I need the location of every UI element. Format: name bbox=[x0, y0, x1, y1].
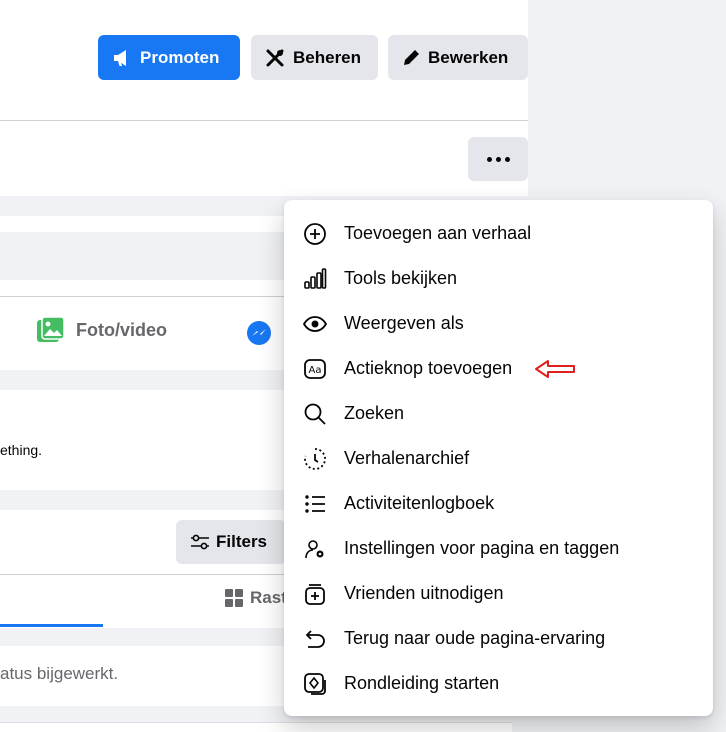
posts-card: Filters Rast bbox=[0, 510, 300, 628]
filters-button[interactable]: Filters bbox=[176, 520, 286, 564]
filters-label: Filters bbox=[216, 532, 268, 551]
menu-item-old-page-experience[interactable]: Terug naar oude pagina-ervaring bbox=[284, 616, 713, 661]
plus-circle-icon bbox=[302, 221, 328, 247]
menu-item-label: Toevoegen aan verhaal bbox=[344, 223, 532, 243]
photo-video-label: Foto/video bbox=[76, 319, 167, 340]
messenger-icon[interactable] bbox=[246, 320, 272, 346]
undo-icon bbox=[302, 626, 328, 652]
annotation-arrow-icon bbox=[534, 358, 578, 380]
manage-button[interactable]: Beheren bbox=[251, 35, 378, 80]
photo-video-button[interactable]: Foto/video bbox=[36, 316, 167, 344]
search-icon bbox=[302, 401, 328, 427]
menu-item-start-tour[interactable]: Rondleiding starten bbox=[284, 661, 713, 706]
tour-icon bbox=[302, 671, 328, 697]
menu-item-label: Activiteitenlogboek bbox=[344, 493, 495, 513]
pencil-icon bbox=[404, 49, 419, 65]
dot-icon bbox=[495, 156, 501, 162]
dot-icon bbox=[486, 156, 492, 162]
menu-item-view-as[interactable]: Weergeven als bbox=[284, 301, 713, 346]
promote-label: Promoten bbox=[140, 47, 220, 67]
divider bbox=[0, 574, 300, 575]
status-card: atus bijgewerkt. bbox=[0, 646, 300, 706]
dot-icon bbox=[504, 156, 510, 162]
page-header: Promoten Beheren Bewerken bbox=[0, 0, 528, 196]
manage-label: Beheren bbox=[293, 47, 362, 67]
grid-icon bbox=[225, 589, 243, 607]
menu-item-label: Weergeven als bbox=[344, 313, 464, 333]
more-options-button[interactable] bbox=[468, 137, 528, 181]
edit-label: Bewerken bbox=[428, 47, 509, 67]
tag-settings-icon bbox=[302, 536, 328, 562]
edit-button[interactable]: Bewerken bbox=[388, 35, 528, 80]
tools-icon bbox=[266, 49, 284, 66]
tab-grid[interactable]: Rast bbox=[224, 588, 287, 608]
archive-clock-icon bbox=[302, 446, 328, 472]
menu-item-label: Actieknop toevoegen bbox=[344, 358, 513, 378]
menu-item-activity-log[interactable]: Activiteitenlogboek bbox=[284, 481, 713, 526]
divider bbox=[0, 296, 300, 297]
menu-item-add-to-story[interactable]: Toevoegen aan verhaal bbox=[284, 211, 713, 256]
menu-item-label: Zoeken bbox=[344, 403, 405, 423]
menu-item-page-tag-settings[interactable]: Instellingen voor pagina en taggen bbox=[284, 526, 713, 571]
post-snippet: ething. bbox=[0, 442, 43, 458]
text-button-icon: Aa bbox=[302, 356, 328, 382]
photo-icon bbox=[37, 316, 65, 342]
menu-item-label: Tools bekijken bbox=[344, 268, 458, 288]
menu-item-story-archive[interactable]: Verhalenarchief bbox=[284, 436, 713, 481]
header-divider bbox=[0, 120, 528, 121]
create-post-card: Foto/video bbox=[0, 216, 300, 370]
create-post-input[interactable] bbox=[0, 232, 300, 280]
menu-item-label: Terug naar oude pagina-ervaring bbox=[344, 628, 606, 648]
bar-chart-icon bbox=[302, 266, 328, 292]
next-card bbox=[0, 722, 512, 732]
active-tab-indicator bbox=[0, 624, 103, 627]
promote-button[interactable]: Promoten bbox=[98, 35, 240, 80]
grid-tab-label: Rast bbox=[250, 588, 287, 607]
menu-item-invite-friends[interactable]: Vrienden uitnodigen bbox=[284, 571, 713, 616]
sliders-icon bbox=[191, 534, 209, 550]
list-icon bbox=[302, 491, 328, 517]
menu-item-label: Instellingen voor pagina en taggen bbox=[344, 538, 620, 558]
megaphone-icon bbox=[114, 49, 126, 66]
menu-item-view-tools[interactable]: Tools bekijken bbox=[284, 256, 713, 301]
invite-icon bbox=[302, 581, 328, 607]
eye-icon bbox=[302, 311, 328, 337]
post-card: ething. bbox=[0, 390, 300, 490]
menu-item-add-action-button[interactable]: Aa Actieknop toevoegen bbox=[284, 346, 713, 391]
status-text: atus bijgewerkt. bbox=[0, 664, 119, 683]
menu-item-label: Verhalenarchief bbox=[344, 448, 470, 468]
menu-item-label: Rondleiding starten bbox=[344, 673, 500, 693]
more-options-menu: Toevoegen aan verhaal Tools bekijken Wee… bbox=[284, 200, 713, 716]
menu-item-label: Vrienden uitnodigen bbox=[344, 583, 504, 603]
svg-text:Aa: Aa bbox=[309, 365, 322, 376]
menu-item-search[interactable]: Zoeken bbox=[284, 391, 713, 436]
